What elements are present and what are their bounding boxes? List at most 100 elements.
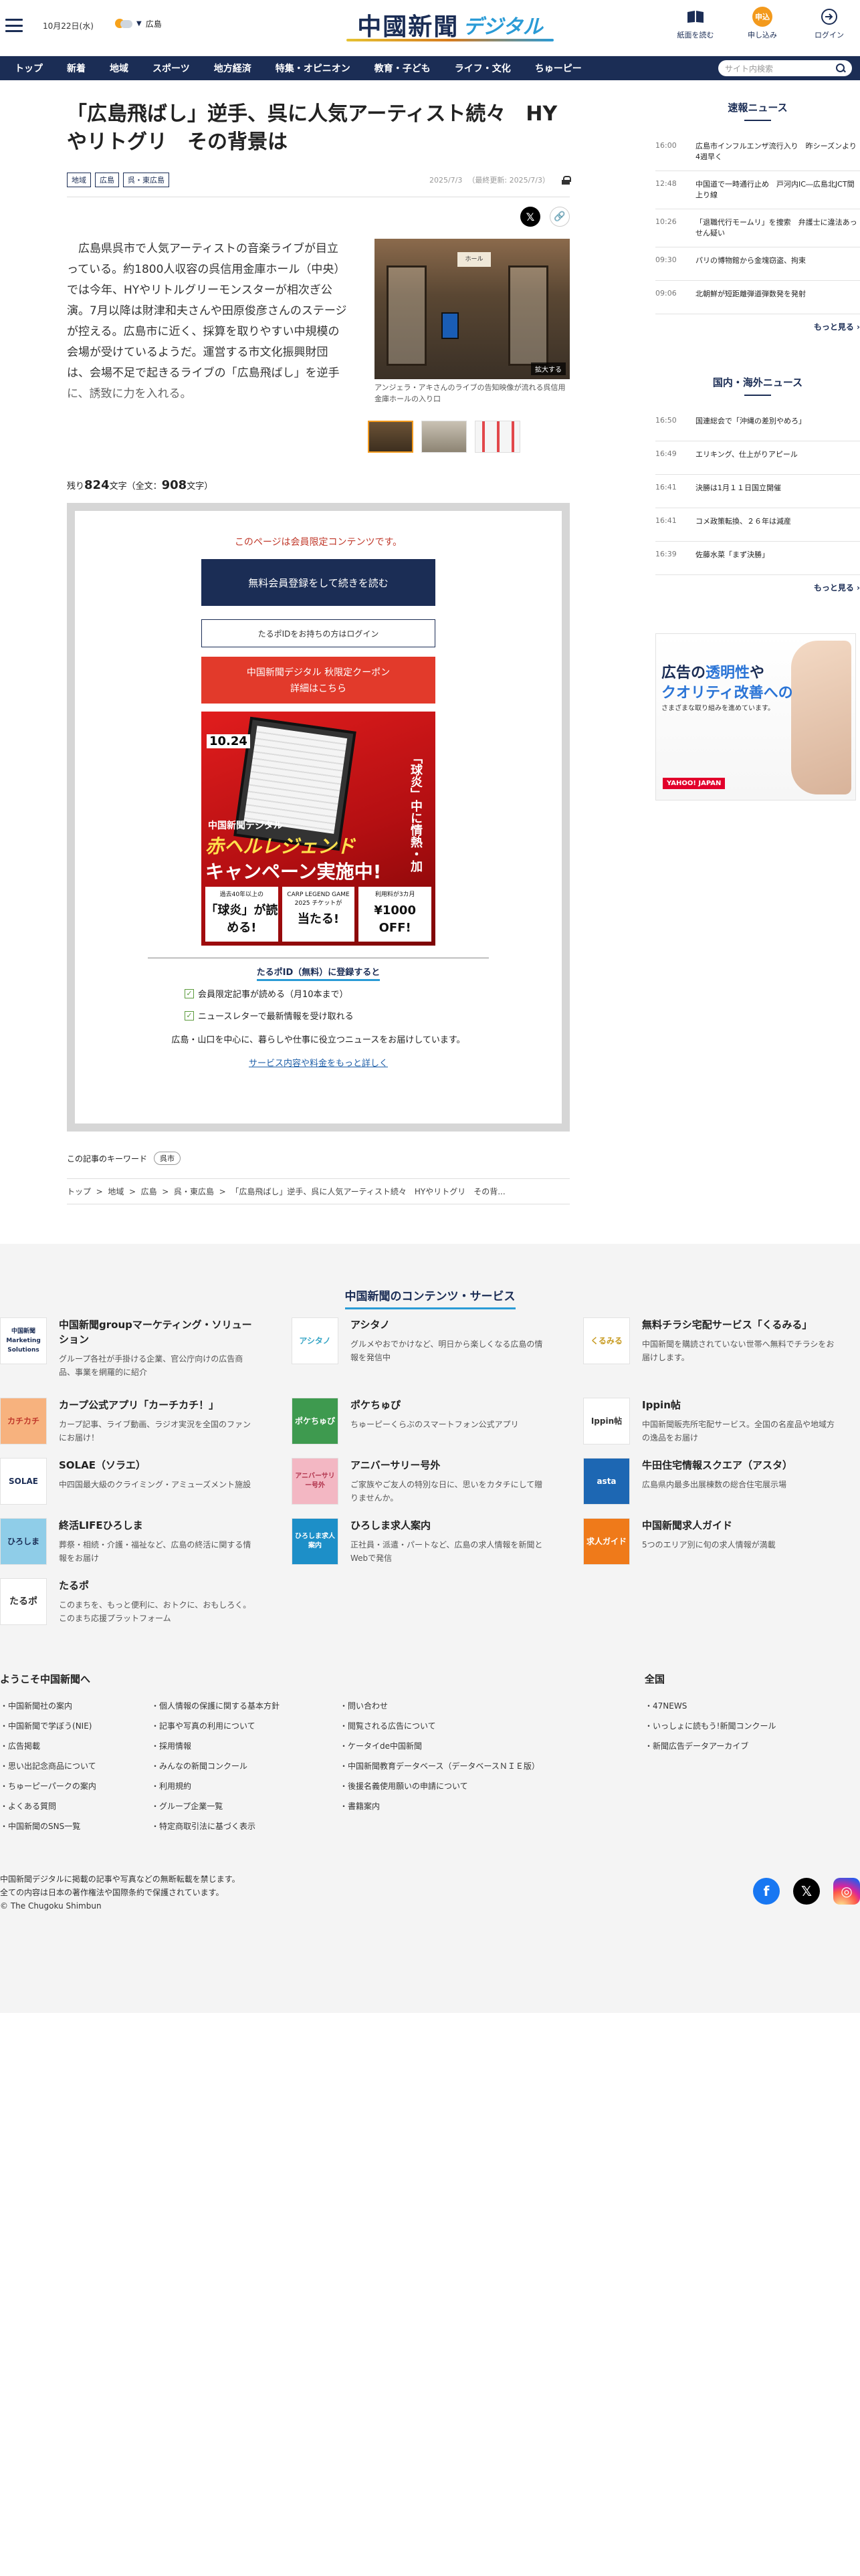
service-item[interactable]: くるみる 無料チラシ宅配サービス「くるみる」 中国新聞を購読されていない世帯へ無料で… (583, 1317, 837, 1364)
flash-more-link[interactable]: もっと見る › (655, 321, 860, 332)
news-item[interactable]: 12:48 中国道で一時通行止め 戸河内IC―広島北JCT間上り線 (655, 171, 860, 209)
tag-region[interactable]: 地域 (67, 173, 91, 187)
nav-item-sports[interactable]: スポーツ (144, 62, 206, 75)
news-item[interactable]: 16:41 コメ政策転換、２６年は減産 (655, 508, 860, 542)
sitemap-link[interactable]: ・いっしょに読もう!新聞コンクール (645, 1716, 776, 1736)
service-item[interactable]: カチカチ カープ公式アプリ「カーチカチ！」 カープ記事、ライブ動画、ラジオ実況を全国… (0, 1398, 254, 1444)
nav-item-region[interactable]: 地域 (102, 62, 144, 75)
sidebar-ad[interactable]: 広告の透明性や クオリティ改善への さまざまな取り組みを進めています。 YAHO… (655, 633, 856, 800)
service-item[interactable]: 求人ガイド 中国新聞求人ガイド 5つのエリア別に旬の求人情報が満載 (583, 1518, 837, 1565)
breadcrumb-hiroshima[interactable]: 広島 (141, 1187, 157, 1196)
nav-item-top[interactable]: トップ (7, 62, 59, 75)
register-button[interactable]: 無料会員登録をして続きを読む (201, 559, 435, 606)
taropo-login-button[interactable]: たるポIDをお持ちの方はログイン (201, 619, 435, 647)
instagram-icon[interactable]: ◎ (833, 1878, 860, 1905)
service-desc: 中国新聞を購読されていない世帯へ無料でチラシをお届けします。 (642, 1339, 835, 1362)
facebook-icon[interactable]: f (753, 1878, 780, 1905)
campaign-banner[interactable]: 10.24 「球炎」中に情熱・加 中国新聞デジタル 赤ヘルレジェンド キャンペー… (201, 712, 435, 946)
service-name: たるポ (59, 1580, 90, 1592)
sitemap-link[interactable]: ・中国新聞社の案内 (0, 1696, 96, 1716)
sitemap-link[interactable]: ・個人情報の保護に関する基本方針 (151, 1696, 280, 1716)
thumbnail-2[interactable] (421, 421, 467, 453)
sitemap-link[interactable]: ・閲覧される広告について (340, 1716, 540, 1736)
sitemap-link[interactable]: ・中国新聞で学ぼう(NIE) (0, 1716, 96, 1736)
weather-widget[interactable]: ▼ 広島 (115, 17, 162, 29)
news-item[interactable]: 09:06 北朝鮮が短距離弾道弾数発を発射 (655, 281, 860, 314)
sitemap-link[interactable]: ・思い出記念商品について (0, 1756, 96, 1776)
breadcrumb-region[interactable]: 地域 (108, 1187, 124, 1196)
copy-link-icon[interactable]: 🔗 (550, 207, 570, 227)
news-item[interactable]: 16:50 国連総会で「沖縄の差別やめろ」 (655, 408, 860, 441)
service-item[interactable]: SOLAE SOLAE（ソラエ） 中四国最大級のクライミング・アミューズメント施設 (0, 1458, 254, 1505)
nav-item-economy[interactable]: 地方経済 (206, 62, 267, 75)
service-item[interactable]: アシタノ アシタノ グルメやおでかけなど、明日から楽しくなる広島の情報を発信中 (292, 1317, 546, 1364)
sitemap-link[interactable]: ・47NEWS (645, 1696, 776, 1716)
sitemap-link[interactable]: ・みんなの新聞コンクール (151, 1756, 280, 1776)
sitemap-link[interactable]: ・中国新聞のSNS一覧 (0, 1816, 96, 1836)
sitemap-link[interactable]: ・広告掲載 (0, 1736, 96, 1756)
site-logo[interactable]: 中國新聞 デジタル (340, 8, 560, 41)
service-item[interactable]: たるポ たるポ このまちを、もっと便利に、おトクに、おもしろく。このまち応援プラット… (0, 1578, 254, 1625)
article-meta: 地域 広島 呉・東広島 2025/7/3 （最終更新: 2025/7/3） (67, 173, 571, 187)
news-item[interactable]: 09:30 パリの博物館から金塊窃盗、拘束 (655, 247, 860, 281)
service-item[interactable]: ひろしま求人案内 ひろしま求人案内 正社員・派遣・パートなど、広島の求人情報を新聞と… (292, 1518, 546, 1565)
sitemap-link[interactable]: ・よくある質問 (0, 1796, 96, 1816)
sitemap-link[interactable]: ・ちゅーピーパークの案内 (0, 1776, 96, 1796)
sitemap-link[interactable]: ・採用情報 (151, 1736, 280, 1756)
sitemap-link[interactable]: ・利用規約 (151, 1776, 280, 1796)
login-button[interactable]: ログイン (809, 7, 849, 40)
news-item[interactable]: 16:49 エリキング、仕上がりアピール (655, 441, 860, 475)
search-input[interactable]: サイト内検索 (718, 60, 852, 76)
news-item[interactable]: 16:00 広島市インフルエンザ流行入り 昨シーズンより4週早く (655, 133, 860, 171)
sitemap-link[interactable]: ・問い合わせ (340, 1696, 540, 1716)
sitemap-link[interactable]: ・書籍案内 (340, 1796, 540, 1816)
thumbnail-1[interactable] (368, 421, 413, 453)
main-nav: トップ 新着 地域 スポーツ 地方経済 特集・オピニオン 教育・子ども ライフ・… (0, 56, 860, 80)
nav-item-opinion[interactable]: 特集・オピニオン (267, 62, 366, 75)
service-item[interactable]: ひろしま 終活LIFEひろしま 葬祭・相続・介護・福祉など、広島の終活に関する情報を… (0, 1518, 254, 1565)
x-icon[interactable]: 𝕏 (793, 1878, 820, 1905)
sitemap-link-text: 個人情報の保護に関する基本方針 (159, 1701, 280, 1711)
nav-item-chupea[interactable]: ちゅーピー (527, 62, 598, 75)
coupon-button[interactable]: 中国新聞デジタル 秋限定クーポン 詳細はこちら (201, 657, 435, 704)
sitemap-link[interactable]: ・中国新聞教育データベース（データベースＮＩＥ版） (340, 1756, 540, 1776)
world-more-link[interactable]: もっと見る › (655, 582, 860, 593)
sitemap-link-text: 中国新聞で学ぼう(NIE) (8, 1721, 92, 1731)
keyword-pill[interactable]: 呉市 (154, 1152, 181, 1165)
sitemap-link-text: 中国新聞社の案内 (8, 1701, 73, 1711)
tag-kure[interactable]: 呉・東広島 (123, 173, 169, 187)
tag-hiroshima[interactable]: 広島 (95, 173, 119, 187)
news-time: 16:41 (655, 483, 677, 492)
article-photo[interactable]: ホール 拡大する (374, 239, 570, 379)
sitemap-link[interactable]: ・グループ企業一覧 (151, 1796, 280, 1816)
news-item[interactable]: 16:39 佐藤水菜「まず決勝」 (655, 542, 860, 575)
search-icon[interactable] (836, 64, 845, 73)
news-item[interactable]: 16:41 決勝は1月１１日国立開催 (655, 475, 860, 508)
zoom-button[interactable]: 拡大する (531, 362, 566, 375)
sitemap-link[interactable]: ・新聞広告データアーカイブ (645, 1736, 776, 1756)
nav-item-new[interactable]: 新着 (59, 62, 102, 75)
service-item[interactable]: アニバーサリー号外 アニバーサリー号外 ご家族やご友人の特別な日に、思いをカタチにし… (292, 1458, 546, 1505)
service-item[interactable]: 中国新聞 Marketing Solutions 中国新聞groupマーケティング… (0, 1317, 254, 1379)
news-item[interactable]: 10:26 「退職代行モームリ」を捜索 弁護士に違法あっせん疑い (655, 209, 860, 247)
more-label: もっと見る (813, 583, 854, 593)
service-item[interactable]: Ippin帖 Ippin帖 中国新聞販売所宅配サービス。全国の名産品や地域方の逸品を… (583, 1398, 837, 1444)
sitemap-link[interactable]: ・後援名義使用願いの申請について (340, 1776, 540, 1796)
nav-item-life[interactable]: ライフ・文化 (447, 62, 527, 75)
subscribe-button[interactable]: 申込 申し込み (742, 7, 782, 40)
service-item[interactable]: ポケちゅぴ ポケちゅぴ ちゅーピーくらぶのスマートフォン公式アプリ (292, 1398, 546, 1444)
breadcrumb-kure[interactable]: 呉・東広島 (174, 1187, 214, 1196)
service-item[interactable]: asta 牛田住宅情報スクエア（アスタ） 広島県内最多出展棟数の総合住宅展示場 (583, 1458, 837, 1505)
nav-item-education[interactable]: 教育・子ども (366, 62, 447, 75)
x-share-icon[interactable]: 𝕏 (520, 207, 540, 227)
read-paper-button[interactable]: 紙面を読む (675, 7, 716, 40)
thumbnail-3[interactable] (475, 421, 520, 453)
service-name: 無料チラシ宅配サービス「くるみる」 (642, 1319, 813, 1331)
service-details-link[interactable]: サービス内容や料金をもっと詳しく (75, 1056, 562, 1069)
sitemap-link[interactable]: ・特定商取引法に基づく表示 (151, 1816, 280, 1836)
breadcrumb-top[interactable]: トップ (67, 1187, 91, 1196)
sitemap-link[interactable]: ・ケータイde中国新聞 (340, 1736, 540, 1756)
menu-icon[interactable] (5, 19, 23, 32)
keywords-row: この記事のキーワード 呉市 (67, 1152, 570, 1165)
sitemap-link[interactable]: ・記事や写真の利用について (151, 1716, 280, 1736)
